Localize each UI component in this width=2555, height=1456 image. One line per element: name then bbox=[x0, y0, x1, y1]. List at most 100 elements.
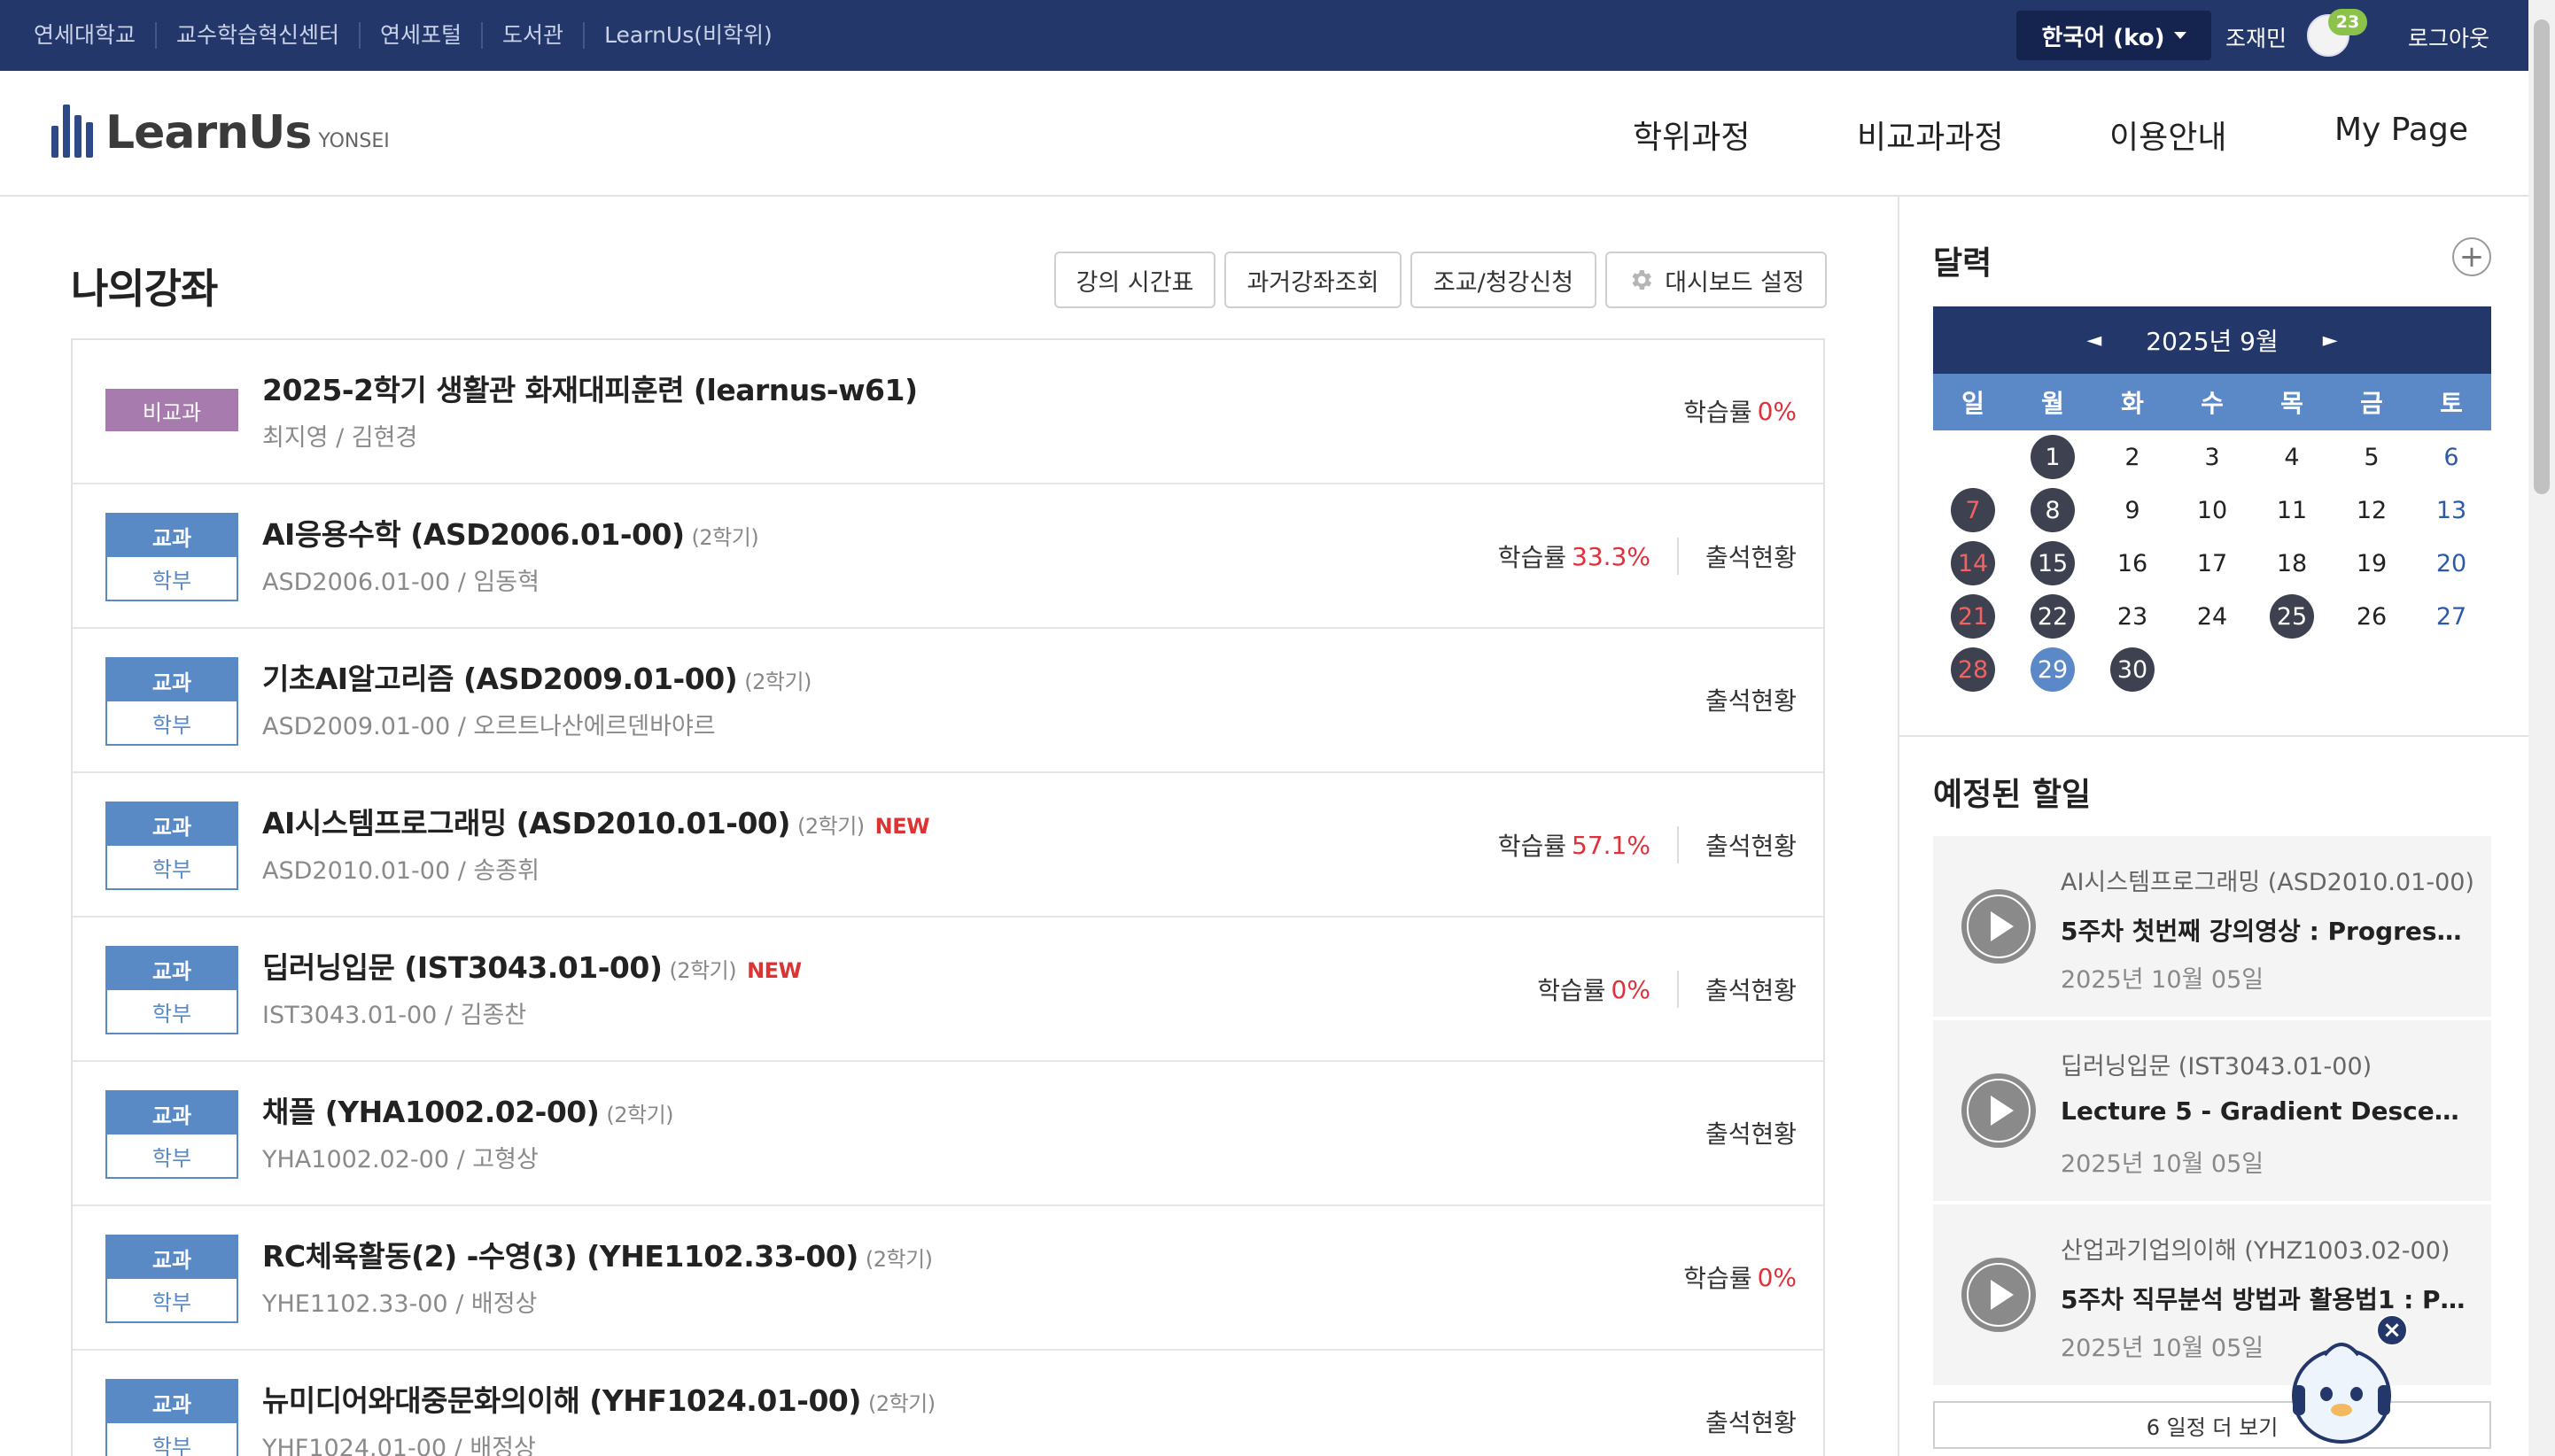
todo-name[interactable]: Lecture 5 - Gradient Descent : Mini-batc… bbox=[2061, 1096, 2470, 1126]
calendar-day-number: 23 bbox=[2116, 602, 2148, 631]
calendar-day[interactable]: 7 bbox=[1933, 484, 2013, 537]
nav-degree-courses[interactable]: 학위과정 bbox=[1633, 112, 1750, 158]
course-title[interactable]: 뉴미디어와대중문화의이해 (YHF1024.01-00) (2학기) bbox=[262, 1377, 936, 1420]
site-header: LearnUs YONSEI 학위과정 비교과과정 이용안내 My Page bbox=[0, 71, 2528, 197]
course-subtitle: IST3043.01-00 / 김종찬 bbox=[262, 1002, 527, 1029]
scrollbar-thumb[interactable] bbox=[2534, 19, 2550, 494]
dashboard-settings-button[interactable]: 대시보드 설정 bbox=[1605, 252, 1827, 308]
learning-rate-label: 학습률 bbox=[1537, 976, 1606, 1005]
attendance-link[interactable]: 출석현황 bbox=[1705, 682, 1797, 717]
calendar-day[interactable]: 16 bbox=[2093, 537, 2172, 590]
calendar-day[interactable]: 29 bbox=[2013, 643, 2093, 696]
timetable-button[interactable]: 강의 시간표 bbox=[1054, 252, 1215, 308]
prev-month-icon[interactable]: ◄ bbox=[2086, 329, 2101, 352]
past-courses-button[interactable]: 과거강좌조회 bbox=[1224, 252, 1402, 308]
calendar-day[interactable]: 17 bbox=[2172, 537, 2252, 590]
course-title[interactable]: RC체육활동(2) -수영(3) (YHE1102.33-00) (2학기) bbox=[262, 1233, 933, 1275]
calendar-day[interactable]: 20 bbox=[2411, 537, 2491, 590]
nav-extracurricular[interactable]: 비교과과정 bbox=[1857, 112, 2004, 158]
course-item[interactable]: 교과 학부 기초AI알고리즘 (ASD2009.01-00) (2학기) ASD2… bbox=[73, 629, 1823, 773]
sidebar-divider bbox=[1899, 735, 2528, 737]
course-stats: 학습률 0% bbox=[1683, 1259, 1797, 1295]
calendar-day[interactable]: 6 bbox=[2411, 430, 2491, 484]
calendar-day[interactable]: 1 bbox=[2013, 430, 2093, 484]
dashboard-settings-label: 대시보드 설정 bbox=[1665, 268, 1805, 297]
course-item[interactable]: 교과 학부 AI응용수학 (ASD2006.01-00) (2학기) ASD200… bbox=[73, 484, 1823, 629]
calendar-day-number: 28 bbox=[1951, 647, 1995, 692]
calendar-day[interactable]: 27 bbox=[2411, 590, 2491, 643]
calendar-day[interactable]: 19 bbox=[2332, 537, 2411, 590]
course-item[interactable]: 교과 학부 딥러닝입문 (IST3043.01-00) (2학기) NEW IST3… bbox=[73, 918, 1823, 1062]
calendar-day[interactable]: 4 bbox=[2252, 430, 2332, 484]
course-item[interactable]: 교과 학부 채플 (YHA1002.02-00) (2학기) YHA1002.02… bbox=[73, 1062, 1823, 1206]
course-title[interactable]: 2025-2학기 생활관 화재대피훈련 (learnus-w61) bbox=[262, 367, 918, 409]
toplink-learnus-nondegree[interactable]: LearnUs(비학위) bbox=[583, 22, 792, 49]
calendar-day[interactable]: 2 bbox=[2093, 430, 2172, 484]
calendar-day[interactable]: 5 bbox=[2332, 430, 2411, 484]
calendar-day[interactable]: 18 bbox=[2252, 537, 2332, 590]
learning-rate-value: 57.1% bbox=[1572, 830, 1650, 860]
todo-item[interactable]: AI시스템프로그래밍 (ASD2010.01-00) 5주차 첫번째 강의영상 … bbox=[1933, 836, 2491, 1017]
todo-name[interactable]: 5주차 직무분석 방법과 활용법1 : Process bbox=[2061, 1281, 2470, 1316]
user-name[interactable]: 조재민 bbox=[2225, 21, 2287, 53]
attendance-link[interactable]: 출석현황 bbox=[1705, 972, 1797, 1007]
play-icon bbox=[1961, 889, 2036, 964]
toplink-yonsei[interactable]: 연세대학교 bbox=[34, 22, 155, 49]
calendar-day[interactable]: 25 bbox=[2252, 590, 2332, 643]
calendar-day[interactable]: 10 bbox=[2172, 484, 2252, 537]
calendar-day[interactable]: 22 bbox=[2013, 590, 2093, 643]
calendar-day[interactable]: 3 bbox=[2172, 430, 2252, 484]
add-event-icon[interactable]: + bbox=[2452, 237, 2491, 276]
todo-item[interactable]: 산업과기업의이해 (YHZ1003.02-00) 5주차 직무분석 방법과 활용… bbox=[1933, 1204, 2491, 1385]
attendance-link[interactable]: 출석현황 bbox=[1705, 1404, 1797, 1439]
toplink-library[interactable]: 도서관 bbox=[481, 22, 583, 49]
language-selector[interactable]: 한국어 ‎(ko)‎ bbox=[2016, 11, 2211, 60]
course-level-label: 학부 bbox=[107, 1279, 237, 1321]
calendar-day[interactable]: 23 bbox=[2093, 590, 2172, 643]
attendance-link[interactable]: 출석현황 bbox=[1705, 1115, 1797, 1150]
calendar-day[interactable]: 15 bbox=[2013, 537, 2093, 590]
todo-name[interactable]: 5주차 첫번째 강의영상 : Progress Visualization bbox=[2061, 912, 2470, 948]
calendar-day[interactable]: 11 bbox=[2252, 484, 2332, 537]
nav-guide[interactable]: 이용안내 bbox=[2109, 112, 2226, 158]
attendance-link[interactable]: 출석현황 bbox=[1705, 827, 1797, 863]
calendar-day[interactable]: 21 bbox=[1933, 590, 2013, 643]
next-month-icon[interactable]: ► bbox=[2323, 329, 2338, 352]
course-subtitle: YHE1102.33-00 / 배정상 bbox=[262, 1290, 538, 1318]
todo-item[interactable]: 딥러닝입문 (IST3043.01-00) Lecture 5 - Gradie… bbox=[1933, 1020, 2491, 1201]
course-item[interactable]: 교과 학부 AI시스템프로그래밍 (ASD2010.01-00) (2학기) NEW… bbox=[73, 773, 1823, 918]
course-item[interactable]: 교과 학부 뉴미디어와대중문화의이해 (YHF1024.01-00) (2학기) … bbox=[73, 1351, 1823, 1456]
calendar-day[interactable]: 8 bbox=[2013, 484, 2093, 537]
help-mascot-icon[interactable] bbox=[2289, 1336, 2394, 1445]
toplink-portal[interactable]: 연세포털 bbox=[359, 22, 481, 49]
calendar-day[interactable]: 14 bbox=[1933, 537, 2013, 590]
ta-audit-request-button[interactable]: 조교/청강신청 bbox=[1410, 252, 1596, 308]
calendar-day[interactable]: 12 bbox=[2332, 484, 2411, 537]
calendar-day[interactable]: 9 bbox=[2093, 484, 2172, 537]
calendar-day[interactable]: 30 bbox=[2093, 643, 2172, 696]
course-type-badge: 교과 학부 bbox=[105, 513, 238, 601]
notification-badge[interactable]: 23 bbox=[2328, 9, 2367, 35]
course-type-badge: 교과 학부 bbox=[105, 657, 238, 746]
learnus-logo[interactable]: LearnUs YONSEI bbox=[51, 105, 390, 158]
calendar-day[interactable]: 24 bbox=[2172, 590, 2252, 643]
course-item[interactable]: 교과 학부 RC체육활동(2) -수영(3) (YHE1102.33-00) (2… bbox=[73, 1206, 1823, 1351]
toplink-cte[interactable]: 교수학습혁신센터 bbox=[155, 22, 359, 49]
nav-my-page[interactable]: My Page bbox=[2334, 112, 2468, 148]
course-type-label: 교과 bbox=[107, 803, 237, 846]
course-item[interactable]: 비교과 2025-2학기 생활관 화재대피훈련 (learnus-w61) 최지… bbox=[73, 340, 1823, 484]
calendar-day-number: 1 bbox=[2031, 435, 2075, 479]
attendance-link[interactable]: 출석현황 bbox=[1705, 538, 1797, 574]
logout-link[interactable]: 로그아웃 bbox=[2408, 21, 2489, 53]
close-icon[interactable]: × bbox=[2376, 1314, 2408, 1346]
calendar-day[interactable]: 26 bbox=[2332, 590, 2411, 643]
course-title[interactable]: 기초AI알고리즘 (ASD2009.01-00) (2학기) bbox=[262, 655, 812, 698]
course-title[interactable]: 딥러닝입문 (IST3043.01-00) (2학기) NEW bbox=[262, 944, 802, 987]
more-events-button[interactable]: 6 일정 더 보기 bbox=[1933, 1401, 2491, 1449]
calendar-day[interactable]: 13 bbox=[2411, 484, 2491, 537]
page-scrollbar[interactable] bbox=[2528, 0, 2555, 1456]
course-title[interactable]: AI시스템프로그래밍 (ASD2010.01-00) (2학기) NEW bbox=[262, 800, 930, 842]
course-title[interactable]: 채플 (YHA1002.02-00) (2학기) bbox=[262, 1088, 674, 1131]
calendar-day[interactable]: 28 bbox=[1933, 643, 2013, 696]
course-title[interactable]: AI응용수학 (ASD2006.01-00) (2학기) bbox=[262, 511, 759, 554]
